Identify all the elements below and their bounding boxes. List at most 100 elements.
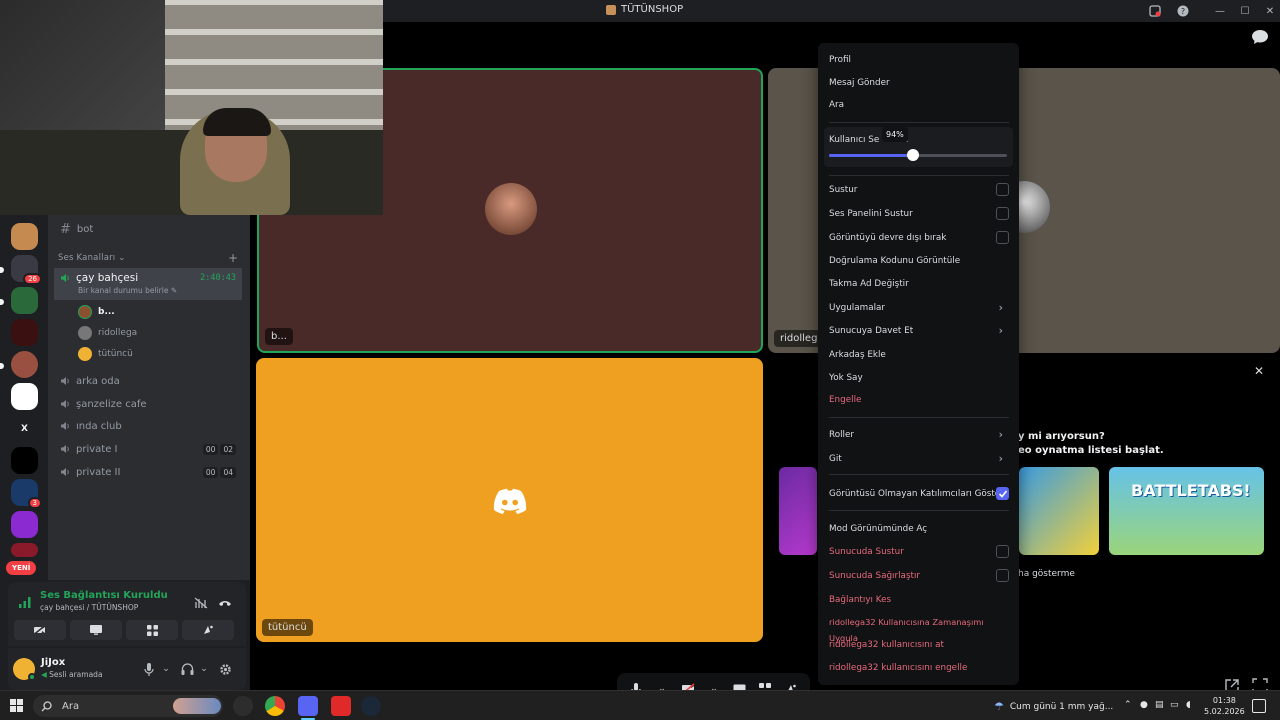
volume-tooltip: 94% [882,127,908,142]
screen-share-button[interactable] [70,620,122,640]
server-icon[interactable] [11,223,38,250]
voice-channel[interactable]: arka oda [54,371,242,391]
chevron-down-icon[interactable]: ⌄ [195,660,213,678]
app-icon[interactable] [331,696,351,716]
voice-channel[interactable]: şanzelize cafe [54,394,242,414]
chevron-down-icon[interactable]: ⌄ [157,660,175,678]
activity-game-card[interactable] [779,467,817,555]
signal-icon[interactable] [18,595,32,609]
text-channel-bot[interactable]: # bot [54,219,242,239]
server-icon[interactable]: X [11,415,38,442]
close-activity-icon[interactable]: ✕ [1254,364,1264,378]
app-icon[interactable] [233,696,253,716]
steam-icon[interactable] [361,696,381,716]
soundboard-button[interactable] [182,620,234,640]
menu-item-mod-view[interactable]: Mod Görünümünde Aç [829,521,1009,537]
menu-item-message[interactable]: Mesaj Gönder [829,75,1009,91]
microphone-icon[interactable] [140,660,158,678]
menu-item-verification-code[interactable]: Doğrulama Kodunu Görüntüle [829,253,1009,269]
chevron-right-icon: › [998,301,1003,314]
gear-icon[interactable] [216,660,234,678]
mute-checkbox[interactable] [996,183,1009,196]
new-badge[interactable]: YENİ [6,561,37,575]
taskbar-search[interactable]: Ara [33,695,223,717]
add-channel-icon[interactable]: + [228,251,238,265]
menu-item-invite-to-server[interactable]: Sunucuya Davet Et › [829,323,1009,339]
menu-item-server-deafen[interactable]: Sunucuda Sağırlaştır [829,568,1009,584]
windows-start-icon[interactable] [10,699,23,712]
taskbar-clock[interactable]: 01:38 5.02.2026 [1204,695,1245,717]
chrome-icon[interactable] [265,696,285,716]
chat-icon[interactable] [1252,30,1270,46]
network-icon[interactable]: ▤ [1155,700,1167,712]
help-icon[interactable]: ? [1168,0,1198,22]
volume-slider-track[interactable] [829,149,1007,161]
menu-item-profile[interactable]: Profil [829,52,1009,68]
server-icon[interactable] [11,383,38,410]
server-icon[interactable]: 26 [11,255,42,285]
menu-item-roles[interactable]: Roller › [829,427,1009,443]
server-icon[interactable] [11,511,38,538]
menu-item-move[interactable]: Git › [829,451,1009,467]
voice-status-subtitle[interactable]: çay bahçesi / TÜTÜNSHOP [40,603,138,612]
close-window-icon[interactable]: ✕ [1255,0,1280,22]
chevron-up-icon[interactable]: ⌃ [1124,700,1136,712]
display-icon[interactable]: ▭ [1170,700,1182,712]
mute-soundboard-checkbox[interactable] [996,207,1009,220]
menu-item-change-nickname[interactable]: Takma Ad Değiştir [829,276,1009,292]
menu-item-call[interactable]: Ara [829,97,1009,113]
voice-channel[interactable]: private I 00 02 [54,439,242,459]
username[interactable]: JiJox [41,657,65,668]
menu-item-kick[interactable]: ridollega32 kullanıcısını at [829,637,1009,653]
voice-channel-active[interactable]: çay bahçesi 2:40:43 Bir kanal durumu bel… [54,268,242,300]
voice-status-title[interactable]: Ses Bağlantısı Kuruldu [40,590,168,601]
activity-more-link[interactable]: ha gösterme [1018,569,1075,579]
headphones-icon[interactable] [178,660,196,678]
voice-user[interactable]: tütüncü [78,345,133,363]
server-icon[interactable] [11,319,38,346]
volume-slider-handle[interactable] [906,149,919,161]
weather-widget[interactable]: ☂ Cum günü 1 mm yağ... [994,700,1113,713]
disconnect-icon[interactable] [216,594,234,612]
server-icon[interactable]: 3 [11,479,42,509]
voice-user[interactable]: b... [78,303,115,321]
menu-item-block[interactable]: Engelle [829,392,1009,408]
activities-button[interactable] [126,620,178,640]
server-deafen-checkbox[interactable] [996,569,1009,582]
menu-item-server-mute[interactable]: Sunucuda Sustur [829,544,1009,560]
server-icon[interactable] [11,351,38,378]
server-icon[interactable] [11,447,38,474]
inbox-icon[interactable] [1140,0,1170,22]
activity-game-card[interactable]: BATTLETABS! [1109,467,1264,555]
voice-channel[interactable]: ında club [54,416,242,436]
notification-icon[interactable] [1252,699,1266,713]
noise-suppression-icon[interactable] [192,594,210,612]
participant-name: b... [265,328,293,345]
menu-item-apps[interactable]: Uygulamalar › [829,300,1009,316]
menu-item-add-friend[interactable]: Arkadaş Ekle [829,347,1009,363]
menu-item-ignore[interactable]: Yok Say [829,370,1009,386]
volume-icon[interactable]: ◖ [1186,700,1198,712]
activity-game-card[interactable] [1019,467,1099,555]
menu-item-timeout[interactable]: ridollega32 Kullanıcısına Zamanaşımı Uyg… [829,614,1015,643]
channel-status[interactable]: Bir kanal durumu belirle ✎ [60,286,177,295]
server-icon[interactable] [11,287,38,314]
category-header[interactable]: Ses Kanalları ⌄ [58,253,126,263]
show-non-video-checkbox[interactable] [996,487,1009,500]
voice-channel[interactable]: private II 00 04 [54,462,242,482]
menu-item-disable-video[interactable]: Görüntüyü devre dışı bırak [829,230,1009,246]
menu-item-mute[interactable]: Sustur [829,182,1009,198]
server-mute-checkbox[interactable] [996,545,1009,558]
search-highlight-image [173,698,221,714]
disable-video-checkbox[interactable] [996,231,1009,244]
microphone-icon[interactable]: ● [1140,700,1152,712]
participant-tile[interactable]: tütüncü [256,358,763,642]
menu-item-mute-soundboard[interactable]: Ses Panelini Sustur [829,206,1009,222]
camera-toggle-button[interactable] [14,620,66,640]
menu-item-ban[interactable]: ridollega32 kullanıcısını engelle [829,660,1009,676]
server-icon[interactable] [11,543,38,557]
menu-item-disconnect[interactable]: Bağlantıyı Kes [829,592,1009,608]
discord-app-icon[interactable] [298,696,318,716]
voice-user[interactable]: ridollega [78,324,137,342]
menu-item-show-non-video[interactable]: Görüntüsü Olmayan Katılımcıları Göster [829,486,1009,502]
